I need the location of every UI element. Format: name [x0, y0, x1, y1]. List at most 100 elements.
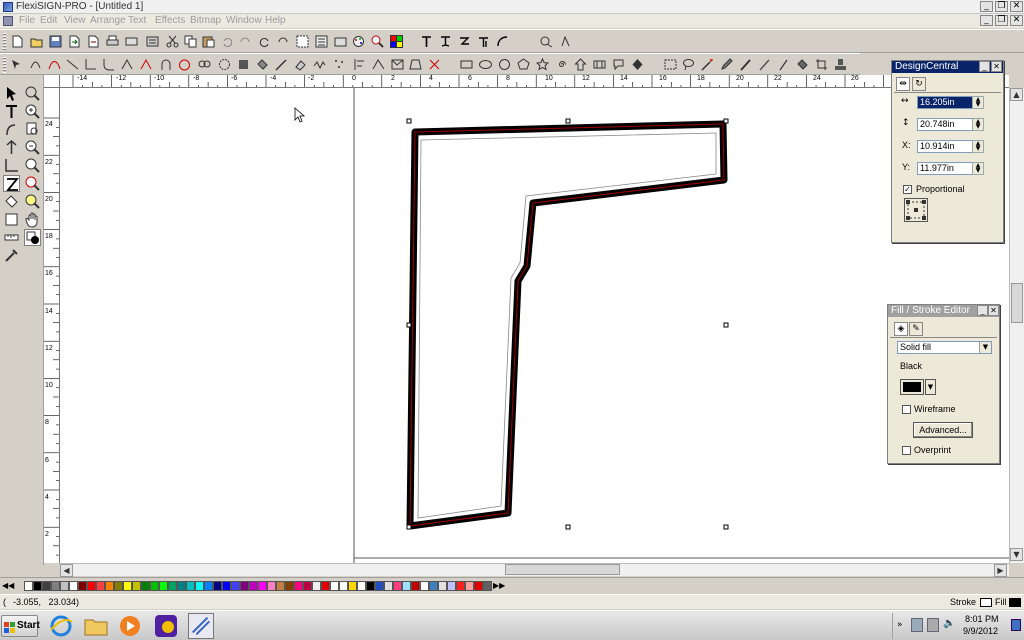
- contour-tool-icon[interactable]: [3, 121, 20, 138]
- media-player-icon[interactable]: [117, 613, 143, 639]
- start-button[interactable]: Start: [1, 615, 40, 637]
- palette-scroll-left[interactable]: ◀◀: [2, 581, 22, 591]
- contour-cut-icon[interactable]: [540, 35, 553, 48]
- zoom-all-icon[interactable]: [24, 175, 41, 192]
- swatch-star[interactable]: [330, 581, 339, 591]
- text-path-icon[interactable]: [458, 35, 471, 48]
- swatch-red-2[interactable]: [474, 581, 483, 591]
- panel-close-button[interactable]: ✕: [988, 305, 999, 316]
- point-tool-icon[interactable]: [3, 139, 20, 156]
- scroll-up-arrow[interactable]: ▲: [1010, 88, 1023, 101]
- minimize-button[interactable]: _: [980, 1, 993, 12]
- network-icon[interactable]: [927, 618, 939, 632]
- scatter-icon[interactable]: [333, 58, 346, 71]
- panel-minimize-button[interactable]: _: [979, 61, 990, 72]
- stamp-icon[interactable]: [834, 58, 847, 71]
- zoom-in-icon[interactable]: [24, 103, 41, 120]
- swatch-sea-green[interactable]: [168, 581, 177, 591]
- color-palette-icon[interactable]: [352, 35, 365, 48]
- swatch-white[interactable]: [69, 581, 78, 591]
- save-icon[interactable]: [49, 35, 62, 48]
- width-spinner[interactable]: ▲ ▼: [972, 96, 984, 109]
- import-icon[interactable]: [68, 35, 81, 48]
- selection-handle[interactable]: [723, 322, 729, 328]
- reshape-icon[interactable]: [29, 58, 42, 71]
- eyedropper-icon[interactable]: [3, 247, 20, 264]
- selection-handle[interactable]: [406, 322, 412, 328]
- swatch-orange[interactable]: [105, 581, 114, 591]
- swatch-lime[interactable]: [159, 581, 168, 591]
- redo-icon[interactable]: [258, 35, 271, 48]
- close-button[interactable]: ✕: [1010, 1, 1023, 12]
- line-icon[interactable]: [66, 58, 79, 71]
- measure-tool-icon[interactable]: [3, 229, 20, 246]
- panel-close-button[interactable]: ✕: [991, 61, 1002, 72]
- drawing-canvas[interactable]: [60, 88, 1009, 563]
- arrow-shape-icon[interactable]: [574, 58, 587, 71]
- fill-stroke-icon[interactable]: [24, 229, 41, 246]
- selection-handles[interactable]: [406, 118, 729, 530]
- flexisign-taskbar-icon[interactable]: [188, 613, 214, 639]
- toolbar-grip[interactable]: [3, 57, 6, 73]
- arc-open-icon[interactable]: [140, 58, 153, 71]
- doc-minimize-button[interactable]: _: [980, 15, 993, 26]
- bitmap-fill-icon[interactable]: [796, 58, 809, 71]
- swatch-target[interactable]: [357, 581, 366, 591]
- volume-icon[interactable]: 🔈: [943, 618, 955, 632]
- stroke-tab-icon[interactable]: ✎: [909, 322, 923, 336]
- swatch-dark-cyan[interactable]: [186, 581, 195, 591]
- fill-tool-icon[interactable]: [3, 193, 20, 210]
- text-baseline-icon[interactable]: [439, 35, 452, 48]
- tray-expand-icon[interactable]: »: [897, 620, 903, 630]
- transform-tab-icon[interactable]: ⇹: [896, 77, 910, 91]
- selection-handle[interactable]: [565, 524, 571, 530]
- export-icon[interactable]: [87, 35, 100, 48]
- polygon-icon[interactable]: [517, 58, 530, 71]
- swatch-teal[interactable]: [177, 581, 186, 591]
- production-manager-icon[interactable]: [146, 35, 159, 48]
- crop-icon[interactable]: [815, 58, 828, 71]
- zoom-page-icon[interactable]: [24, 121, 41, 138]
- swatch-bright-green[interactable]: [150, 581, 159, 591]
- vertical-scrollbar[interactable]: ▲ ▼: [1009, 88, 1024, 563]
- text-on-arc-icon[interactable]: [477, 35, 490, 48]
- swatch-light-gray[interactable]: [60, 581, 69, 591]
- menu-file[interactable]: File: [19, 14, 35, 28]
- menu-text[interactable]: Text: [128, 14, 146, 28]
- swatch-gray[interactable]: [51, 581, 60, 591]
- menu-bitmap[interactable]: Bitmap: [190, 14, 221, 28]
- swatch-charcoal[interactable]: [483, 581, 492, 591]
- text-tool-icon[interactable]: [420, 35, 433, 48]
- selected-shape-outline[interactable]: [406, 120, 728, 530]
- doc-restore-button[interactable]: ❐: [995, 15, 1008, 26]
- panel-minimize-button[interactable]: _: [977, 305, 988, 316]
- text-tool-icon[interactable]: [3, 103, 20, 120]
- swatch-tan[interactable]: [276, 581, 285, 591]
- menu-view[interactable]: View: [64, 14, 86, 28]
- eraser-icon[interactable]: [294, 58, 307, 71]
- text-arc-icon[interactable]: [496, 35, 509, 48]
- select-all-icon[interactable]: [296, 35, 309, 48]
- doc-close-button[interactable]: ✕: [1010, 15, 1023, 26]
- fill-bucket-icon[interactable]: [256, 58, 269, 71]
- zoom-previous-icon[interactable]: [24, 193, 41, 210]
- swatch-light[interactable]: [384, 581, 393, 591]
- marquee-icon[interactable]: [664, 58, 677, 71]
- menu-effects[interactable]: Effects: [155, 14, 185, 28]
- swatch-hot-pink[interactable]: [393, 581, 402, 591]
- selection-handle[interactable]: [723, 118, 729, 124]
- pan-hand-icon[interactable]: [24, 211, 41, 228]
- swatch-pink[interactable]: [267, 581, 276, 591]
- ruler-corner[interactable]: [44, 75, 60, 88]
- scroll-down-arrow[interactable]: ▼: [1010, 548, 1023, 561]
- vertical-ruler[interactable]: 24 22 20 18 16 14 12 10 8 6 4 2: [44, 88, 60, 563]
- angle-tool-icon[interactable]: [3, 157, 20, 174]
- fill-swatch[interactable]: [1009, 598, 1021, 607]
- undo-list-icon[interactable]: [239, 35, 252, 48]
- toolbar-grip[interactable]: [3, 33, 6, 50]
- paste-icon[interactable]: [202, 35, 215, 48]
- vertical-scroll-thumb[interactable]: [1011, 283, 1023, 323]
- maximize-button[interactable]: ❐: [995, 1, 1008, 12]
- distortion-icon[interactable]: [218, 58, 231, 71]
- swatch-sky-blue[interactable]: [204, 581, 213, 591]
